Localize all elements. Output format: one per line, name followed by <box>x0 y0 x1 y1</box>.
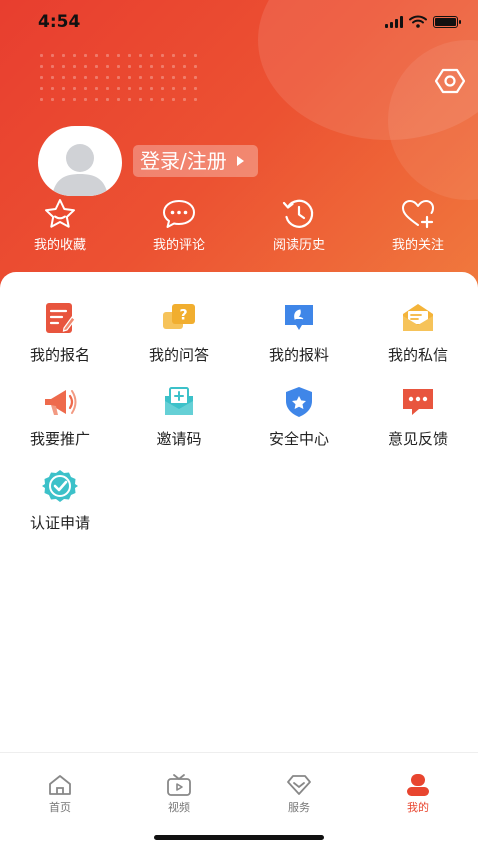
quick-link-label: 我的评论 <box>152 238 205 253</box>
message-icon <box>403 304 433 331</box>
megaphone-icon <box>45 390 77 415</box>
quick-link-comments[interactable]: 我的评论 <box>119 198 239 253</box>
quick-link-label: 我的关注 <box>391 238 444 253</box>
feedback-icon <box>403 389 433 415</box>
svg-text:?: ? <box>179 308 187 324</box>
qa-icon: ? <box>163 304 195 329</box>
home-indicator <box>154 835 324 840</box>
user-icon <box>407 774 429 796</box>
history-icon <box>282 199 314 228</box>
tab-video[interactable]: 视频 <box>119 773 239 815</box>
menu-item-verification[interactable]: 认证申请 <box>0 468 120 533</box>
menu-item-label: 我的私信 <box>387 346 448 364</box>
quick-link-label: 阅读历史 <box>272 238 325 253</box>
menu-item-label: 安全中心 <box>268 430 329 448</box>
verify-icon <box>42 470 78 502</box>
default-avatar-icon <box>52 144 108 196</box>
menu-item-label: 我要推广 <box>29 430 90 448</box>
comment-icon <box>163 200 195 228</box>
home-icon <box>49 775 71 795</box>
dot-pattern <box>36 50 201 105</box>
menu-item-promote[interactable]: 我要推广 <box>0 384 120 449</box>
star-icon <box>45 199 75 228</box>
menu-item-my-signup[interactable]: 我的报名 <box>0 300 120 365</box>
invite-icon <box>165 387 193 415</box>
avatar[interactable] <box>38 126 122 196</box>
signal-icon <box>385 15 403 28</box>
menu-item-label: 意见反馈 <box>387 430 448 448</box>
signup-icon <box>46 303 76 333</box>
arrow-right-icon <box>236 156 244 166</box>
quick-link-label: 我的收藏 <box>33 238 86 253</box>
tab-label: 我的 <box>407 801 429 814</box>
tab-service[interactable]: 服务 <box>239 773 359 815</box>
login-register-button[interactable]: 登录/注册 <box>133 145 258 177</box>
tab-label: 视频 <box>168 801 190 814</box>
report-icon <box>285 305 313 330</box>
quick-link-favorites[interactable]: 我的收藏 <box>0 198 120 253</box>
tv-icon <box>167 774 191 796</box>
service-icon <box>287 775 311 795</box>
menu-item-label: 我的报料 <box>268 346 329 364</box>
tab-mine[interactable]: 我的 <box>358 773 478 815</box>
quick-link-following[interactable]: 我的关注 <box>358 198 478 253</box>
shield-icon <box>286 387 312 417</box>
status-bar: 4:54 <box>0 0 478 46</box>
login-register-label: 登录/注册 <box>140 149 227 173</box>
battery-icon <box>433 15 461 28</box>
menu-item-label: 我的问答 <box>148 346 209 364</box>
tab-home[interactable]: 首页 <box>0 773 120 815</box>
menu-item-my-messages[interactable]: 我的私信 <box>358 300 478 365</box>
menu-item-my-report[interactable]: 我的报料 <box>239 300 359 365</box>
wifi-icon <box>409 15 427 28</box>
heart-plus-icon <box>402 200 434 229</box>
menu-item-label: 我的报名 <box>29 346 90 364</box>
menu-item-security-center[interactable]: 安全中心 <box>239 384 359 449</box>
eye-icon[interactable] <box>435 68 465 94</box>
menu-item-invite-code[interactable]: 邀请码 <box>119 384 239 449</box>
status-time: 4:54 <box>38 12 81 32</box>
menu-item-feedback[interactable]: 意见反馈 <box>358 384 478 449</box>
quick-link-history[interactable]: 阅读历史 <box>239 198 359 253</box>
tab-label: 首页 <box>49 801 71 814</box>
menu-item-label: 邀请码 <box>156 430 202 448</box>
menu-item-my-qa[interactable]: ? 我的问答 <box>119 300 239 365</box>
tab-label: 服务 <box>288 801 310 814</box>
menu-item-label: 认证申请 <box>29 514 90 532</box>
profile-header: 4:54 登录/注册 我的收藏 我的评论 阅读历史 我的关注 <box>0 0 478 300</box>
